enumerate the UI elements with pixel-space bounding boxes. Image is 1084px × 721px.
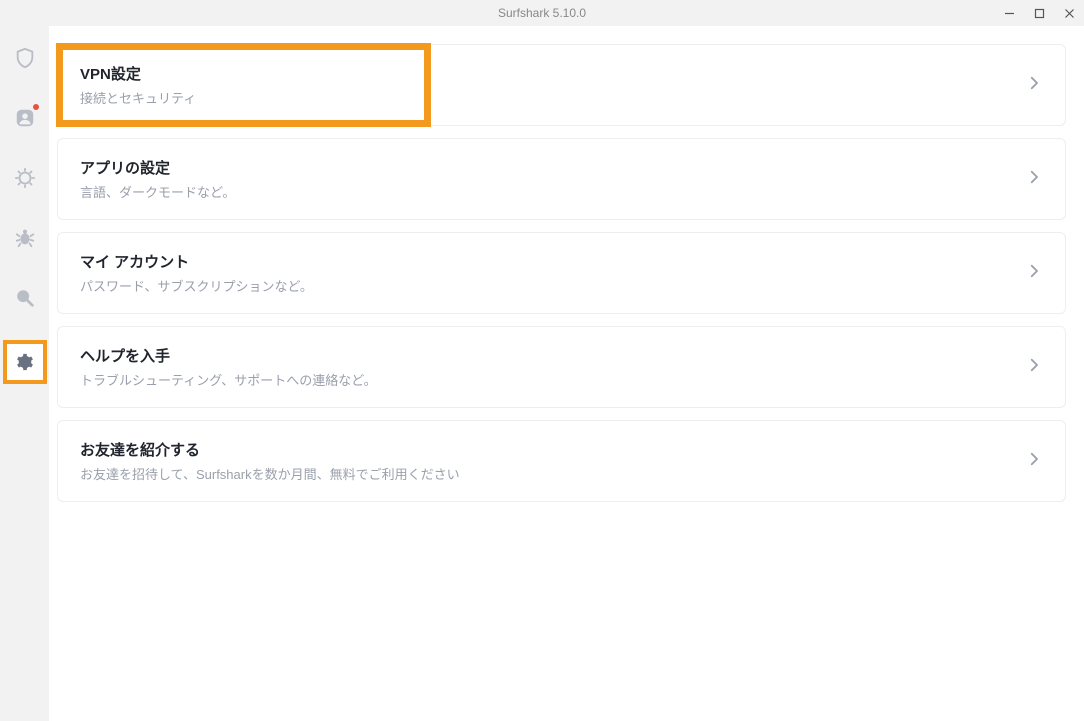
settings-item-title: マイ アカウント: [80, 251, 313, 272]
chevron-right-icon: [1025, 262, 1043, 285]
settings-item-subtitle: パスワード、サブスクリプションなど。: [80, 276, 313, 295]
gear-icon: [15, 352, 35, 372]
settings-item-title: ヘルプを入手: [80, 345, 377, 366]
close-button[interactable]: [1054, 0, 1084, 26]
close-icon: [1064, 8, 1075, 19]
sidebar-item-settings[interactable]: [3, 340, 47, 384]
settings-item-title: アプリの設定: [80, 157, 235, 178]
sidebar-item-account[interactable]: [13, 106, 37, 130]
maximize-icon: [1034, 8, 1045, 19]
sidebar-item-antivirus[interactable]: [13, 226, 37, 250]
search-icon: [14, 287, 36, 309]
notification-dot-icon: [33, 104, 39, 110]
window-controls: [994, 0, 1084, 26]
app-title: Surfshark 5.10.0: [498, 6, 586, 20]
antivirus-icon: [14, 227, 36, 249]
chevron-right-icon: [1025, 168, 1043, 191]
settings-item-account[interactable]: マイ アカウント パスワード、サブスクリプションなど。: [57, 232, 1066, 314]
chevron-right-icon: [1025, 356, 1043, 379]
chevron-right-icon: [1025, 450, 1043, 473]
user-icon: [14, 107, 36, 129]
alert-icon: [14, 167, 36, 189]
settings-item-vpn[interactable]: VPN設定 接続とセキュリティ: [57, 44, 1066, 126]
settings-item-help[interactable]: ヘルプを入手 トラブルシューティング、サポートへの連絡など。: [57, 326, 1066, 408]
titlebar: Surfshark 5.10.0: [0, 0, 1084, 26]
shield-icon: [14, 47, 36, 69]
settings-item-subtitle: 言語、ダークモードなど。: [80, 182, 235, 201]
settings-item-title: VPN設定: [80, 63, 196, 84]
settings-item-subtitle: 接続とセキュリティ: [80, 88, 196, 107]
minimize-button[interactable]: [994, 0, 1024, 26]
settings-item-title: お友達を紹介する: [80, 439, 460, 460]
minimize-icon: [1004, 8, 1015, 19]
settings-item-subtitle: お友達を招待して、Surfsharkを数か月間、無料でご利用ください: [80, 464, 460, 483]
sidebar-item-search[interactable]: [13, 286, 37, 310]
sidebar: [0, 26, 49, 721]
settings-item-refer[interactable]: お友達を紹介する お友達を招待して、Surfsharkを数か月間、無料でご利用く…: [57, 420, 1066, 502]
sidebar-item-vpn[interactable]: [13, 46, 37, 70]
settings-item-app[interactable]: アプリの設定 言語、ダークモードなど。: [57, 138, 1066, 220]
chevron-right-icon: [1025, 74, 1043, 97]
settings-item-subtitle: トラブルシューティング、サポートへの連絡など。: [80, 370, 377, 389]
settings-list: VPN設定 接続とセキュリティ アプリの設定 言語、ダークモードなど。 マイ ア…: [49, 26, 1084, 721]
maximize-button[interactable]: [1024, 0, 1054, 26]
sidebar-item-alert[interactable]: [13, 166, 37, 190]
